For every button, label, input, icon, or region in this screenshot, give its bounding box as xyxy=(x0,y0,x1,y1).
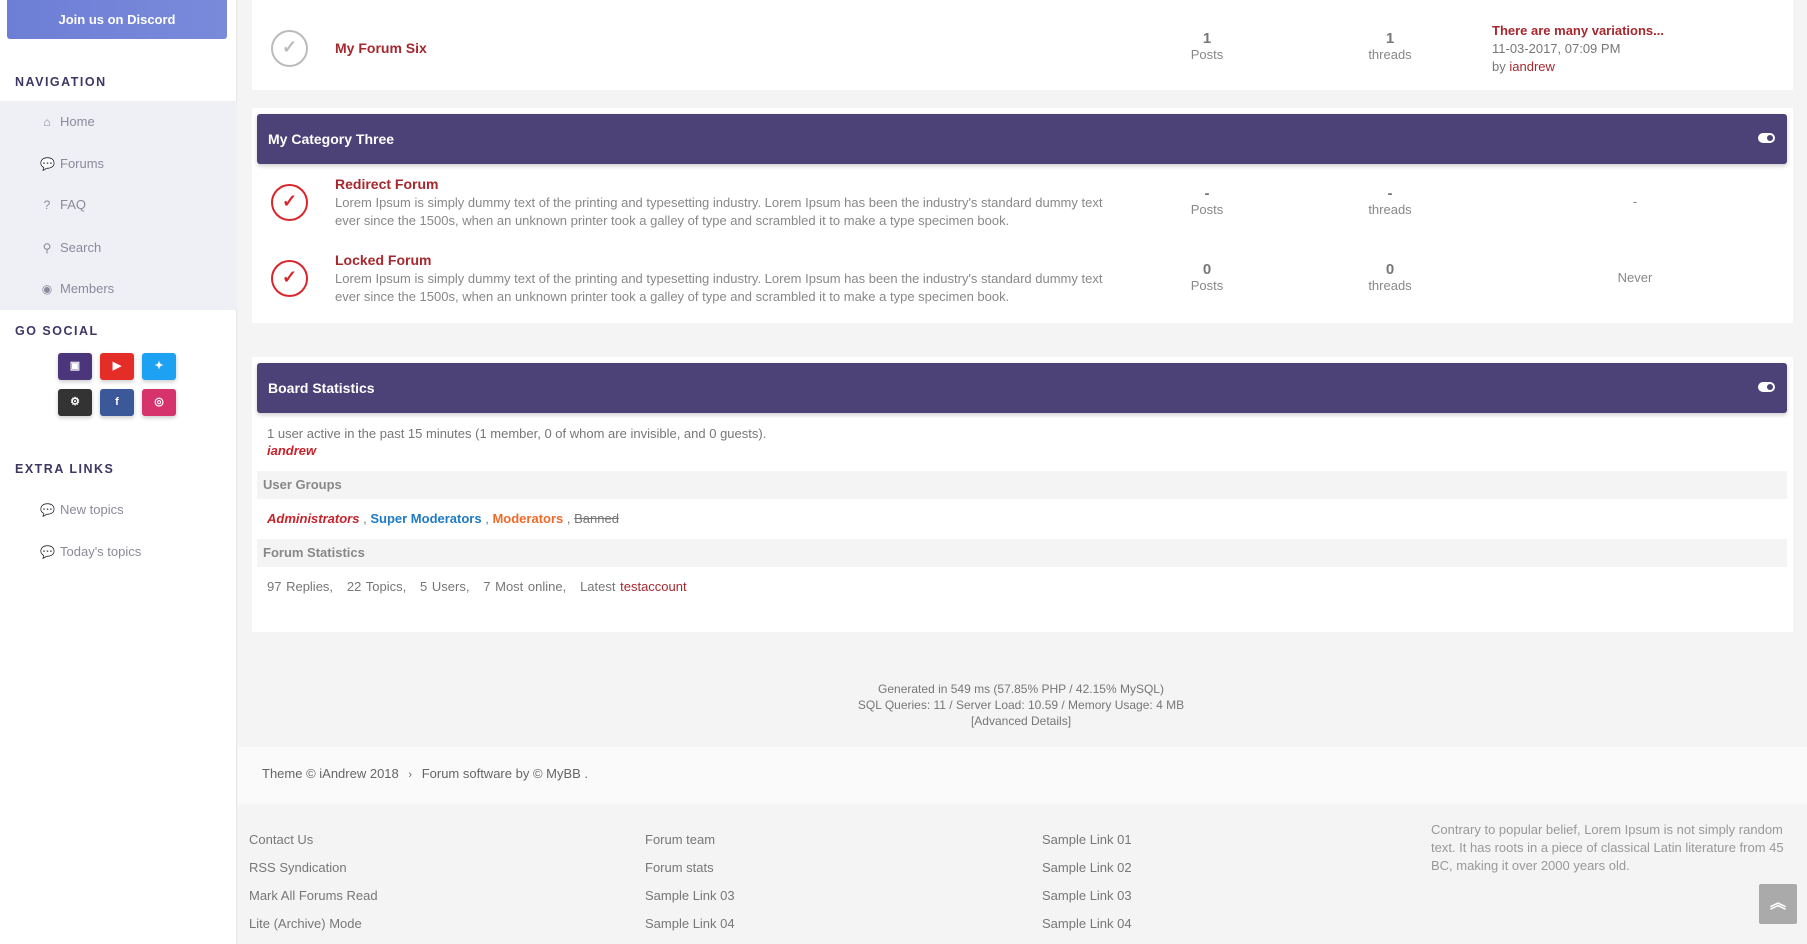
back-to-top-button[interactable]: ︽ xyxy=(1759,884,1797,924)
board-stats-header: Board Statistics xyxy=(257,363,1787,413)
sidebar: Join us on Discord NAVIGATION ⌂ Home 💬 For… xyxy=(0,0,237,944)
twitch-icon[interactable]: ▣ xyxy=(58,353,92,380)
group-administrators[interactable]: Administrators xyxy=(267,511,359,526)
forum-read-icon: ✓ xyxy=(271,30,308,67)
nav-label: Home xyxy=(60,114,95,129)
last-post-user[interactable]: iandrew xyxy=(1509,59,1555,74)
user-circle-icon: ◉ xyxy=(41,281,53,296)
last-post: There are many variations... 11-03-2017,… xyxy=(1492,22,1664,76)
group-super-moderators[interactable]: Super Moderators xyxy=(370,511,481,526)
youtube-icon[interactable]: ▶ xyxy=(100,353,134,380)
nav-members[interactable]: ◉ Members xyxy=(40,281,114,296)
extra-links-heading: EXTRA LINKS xyxy=(15,462,115,476)
nav-search[interactable]: ⚲ Search xyxy=(40,240,102,255)
twitter-icon[interactable]: ✦ xyxy=(142,353,176,380)
forum-description: Lorem Ipsum is simply dummy text of the … xyxy=(335,271,1103,304)
threads-count: - threads xyxy=(1368,185,1412,217)
last-post: - xyxy=(1632,194,1638,209)
double-chevron-up-icon: ︽ xyxy=(1769,895,1786,912)
navigation-heading: NAVIGATION xyxy=(15,75,107,89)
posts-count: 1 Posts xyxy=(1190,30,1224,62)
link-label: Today's topics xyxy=(60,544,142,559)
footer-link[interactable]: Forum team xyxy=(645,826,735,854)
search-icon: ⚲ xyxy=(42,240,52,255)
debug-info: Generated in 549 ms (57.85% PHP / 42.15%… xyxy=(721,681,1321,729)
forum-new-icon: ✓ xyxy=(271,260,308,297)
social-heading: GO SOCIAL xyxy=(15,324,99,338)
software-credit[interactable]: Forum software by © MyBB . xyxy=(422,766,588,781)
forum-new-icon: ✓ xyxy=(271,184,308,221)
nav-home[interactable]: ⌂ Home xyxy=(40,114,95,129)
footer-link[interactable]: Mark All Forums Read xyxy=(249,882,378,910)
footer-link[interactable]: Sample Link 04 xyxy=(645,910,735,938)
nav-faq[interactable]: ? FAQ xyxy=(40,197,86,212)
nav-label: Forums xyxy=(60,156,105,171)
footer-link[interactable]: Forum stats xyxy=(645,854,735,882)
active-users-text: 1 user active in the past 15 minutes (1 … xyxy=(267,426,767,441)
link-label: New topics xyxy=(60,502,124,517)
footer-link[interactable]: Sample Link 03 xyxy=(1042,882,1132,910)
footer-col-2: Forum team Forum stats Sample Link 03 Sa… xyxy=(645,826,735,938)
category-title: My Category Three xyxy=(268,131,395,147)
nav-label: Members xyxy=(60,281,115,296)
forum-statistics-heading: Forum Statistics xyxy=(257,539,1787,567)
forum-title[interactable]: Locked Forum xyxy=(335,252,431,268)
by-label: by xyxy=(1492,59,1506,74)
threads-count: 0 threads xyxy=(1368,261,1412,293)
footer-link[interactable]: Lite (Archive) Mode xyxy=(249,910,378,938)
footer-col-3: Sample Link 01 Sample Link 02 Sample Lin… xyxy=(1042,826,1132,938)
footer-link[interactable]: Sample Link 02 xyxy=(1042,854,1132,882)
footer-link[interactable]: Sample Link 01 xyxy=(1042,826,1132,854)
copyright-bar: Theme © iAndrew 2018 › Forum software by… xyxy=(238,747,1807,804)
home-icon: ⌂ xyxy=(43,114,51,129)
footer-col-1: Contact Us RSS Syndication Mark All Foru… xyxy=(249,826,378,938)
steam-icon[interactable]: ⚙ xyxy=(58,389,92,416)
collapse-toggle-icon[interactable] xyxy=(1758,133,1775,143)
posts-count: - Posts xyxy=(1190,185,1224,217)
board-stats-title: Board Statistics xyxy=(268,380,375,396)
forum-title[interactable]: My Forum Six xyxy=(335,40,427,56)
theme-credit[interactable]: Theme © iAndrew 2018 xyxy=(262,766,399,781)
last-post: Never xyxy=(1617,270,1653,285)
footer-link[interactable]: Contact Us xyxy=(249,826,378,854)
instagram-icon[interactable]: ◎ xyxy=(142,389,176,416)
forum-title[interactable]: Redirect Forum xyxy=(335,176,438,192)
category-header: My Category Three xyxy=(257,114,1787,164)
nav-label: Search xyxy=(60,240,102,255)
threads-count: 1 threads xyxy=(1368,30,1412,62)
extra-todays-topics[interactable]: 💬 Today's topics xyxy=(40,544,141,559)
footer-link[interactable]: Sample Link 04 xyxy=(1042,910,1132,938)
facebook-icon[interactable]: f xyxy=(100,389,134,416)
posts-count: 0 Posts xyxy=(1190,261,1224,293)
nav-forums[interactable]: 💬 Forums xyxy=(40,156,104,171)
last-post-title[interactable]: There are many variations... xyxy=(1492,22,1664,40)
extra-new-topics[interactable]: 💬 New topics xyxy=(40,502,124,517)
collapse-toggle-icon[interactable] xyxy=(1758,382,1775,392)
comments-icon: 💬 xyxy=(40,156,55,171)
discord-button[interactable]: Join us on Discord xyxy=(7,0,227,39)
footer-link[interactable]: Sample Link 03 xyxy=(645,882,735,910)
comment-icon: 💬 xyxy=(40,502,55,517)
forum-statistics-line: 97 Replies, 22 Topics, 5 Users, 7 Most o… xyxy=(267,579,687,594)
nav-background xyxy=(0,101,237,310)
active-user-link[interactable]: iandrew xyxy=(267,443,316,458)
user-groups-heading: User Groups xyxy=(257,471,1787,499)
latest-user-link[interactable]: testaccount xyxy=(620,579,687,594)
group-moderators[interactable]: Moderators xyxy=(492,511,563,526)
forum-description: Lorem Ipsum is simply dummy text of the … xyxy=(335,195,1103,228)
advanced-details-link[interactable]: [Advanced Details] xyxy=(721,713,1321,729)
separator-icon: › xyxy=(408,769,413,781)
last-post-date: 11-03-2017, 07:09 PM xyxy=(1492,41,1621,56)
footer-link[interactable]: RSS Syndication xyxy=(249,854,378,882)
nav-label: FAQ xyxy=(60,197,87,212)
comment-icon: 💬 xyxy=(40,544,55,559)
group-banned[interactable]: Banned xyxy=(574,511,619,526)
user-groups-list: Administrators , Super Moderators , Mode… xyxy=(267,511,619,526)
question-icon: ? xyxy=(43,197,51,212)
footer-about: Contrary to popular belief, Lorem Ipsum … xyxy=(1431,822,1784,873)
